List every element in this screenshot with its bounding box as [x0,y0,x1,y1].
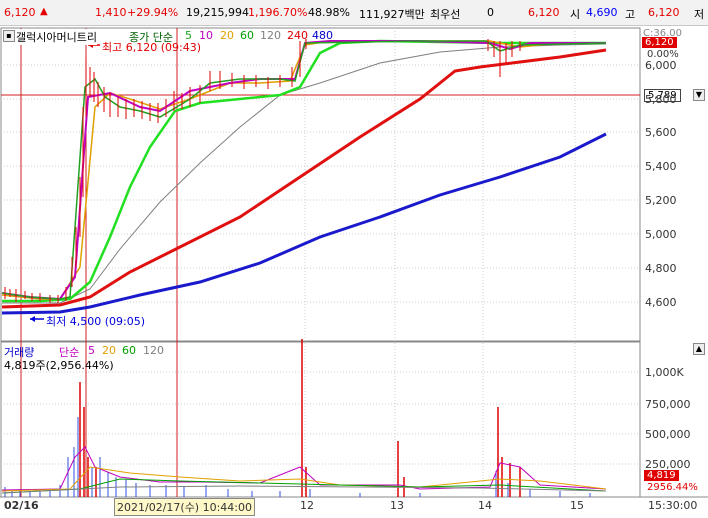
ma-period-240: 240 [287,29,308,42]
volume-ma120-line [1,485,607,494]
volume-ma-20: 20 [102,344,116,357]
volume-ma-120: 120 [143,344,164,357]
ma-period-60: 60 [240,29,254,42]
trade-amount: 111,927백만 [359,8,425,21]
crosshair-time-badge: 2021/02/17(수) 10:44:00 [114,498,256,516]
price-change-pct: +29.94% [127,6,179,19]
ma-period-480: 480 [312,29,333,42]
open-label: 시 [570,8,581,21]
x-start-label: 02/16 [4,499,39,512]
volume-ma60-line [1,478,607,494]
turnover-rate: 48.98% [308,6,350,19]
y-tick-5000: 5,000 [645,228,677,241]
low-label: 저 [694,8,705,21]
quote-bar: 6,120 ▲ 1,410 +29.94% 19,215,994 1,196.7… [0,0,708,26]
x-tick-14: 14 [478,499,492,512]
high-annotation: 최고 6,120 (09:43) [102,41,202,54]
vol-y-tick-500k: 500,000 [645,428,691,441]
order-label: 최우선 [430,8,461,21]
y-tick-5400: 5,400 [645,160,677,173]
x-tick-12: 12 [300,499,314,512]
volume-ratio: 1,196.70% [248,6,308,19]
x-end-label: 15:30:00 [648,499,698,512]
volume-pct-badge: 2956.44% [647,482,698,493]
price-gridlines [1,28,640,497]
collapse-icon[interactable]: ▪ [3,30,15,42]
ask-price: 6,120 [528,6,560,19]
volume-ma-5: 5 [88,344,95,357]
current-price: 6,120 [4,6,36,19]
volume-badge: 4,819 [644,470,679,481]
y-tick-5200: 5,200 [645,194,677,207]
stock-name: 갤럭시아머니트리 [16,29,97,45]
ma-period-120: 120 [260,29,281,42]
x-tick-15: 15 [570,499,584,512]
chart-canvas[interactable] [0,27,708,518]
current-price-badge: 6,120 [642,37,677,48]
current-volume: 4,819주(2,956.44%) [4,359,114,372]
vol-y-tick-1000k: 1,000K [645,366,684,379]
vol-y-tick-750k: 750,000 [645,398,691,411]
high-value: 6,120 [648,6,680,19]
x-tick-13: 13 [390,499,404,512]
ma-period-10: 10 [199,29,213,42]
low-annotation: 최저 4,500 (09:05) [46,315,146,328]
scroll-down-icon[interactable]: ▼ [693,89,705,101]
low-arrowhead-icon [30,316,35,322]
up-arrow-icon: ▲ [40,6,48,17]
y-tick-4600: 4,600 [645,296,677,309]
open-value: 4,690 [586,6,618,19]
volume-ma5-line [1,446,607,491]
volume-pane-toggle-icon[interactable]: ▲ [693,343,705,355]
y-tick-6000: 6,000 [645,59,677,72]
order-value: 0 [487,6,494,19]
high-label: 고 [625,8,636,21]
volume-ma-60: 60 [122,344,136,357]
y-tick-5600: 5,600 [645,126,677,139]
ma-period-20: 20 [220,29,234,42]
chart-area[interactable]: ▪ 갤럭시아머니트리 종가 단순 5 10 20 60 120 240 480 … [0,27,708,518]
price-change: 1,410 [95,6,127,19]
volume-value: 19,215,994 [186,6,249,19]
volume-spikes [79,339,521,497]
y-tick-4800: 4,800 [645,262,677,275]
y-tick-5800: 5,800 [645,93,677,106]
